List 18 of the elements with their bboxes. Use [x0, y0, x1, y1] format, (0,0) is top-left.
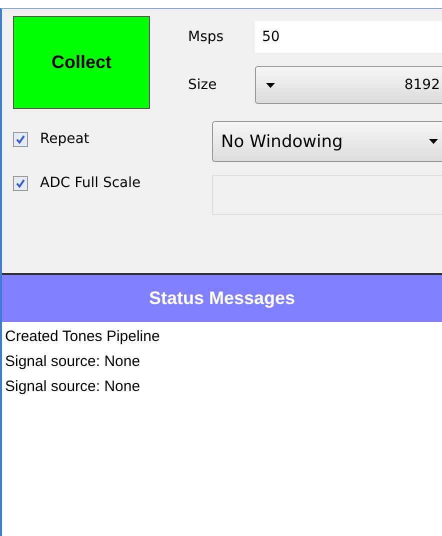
checkbox[interactable]: [13, 176, 28, 190]
caret-icon: [266, 82, 275, 88]
checkbox-option[interactable]: Repeat: [13, 131, 90, 147]
check-icon: [16, 178, 25, 188]
check-icon: [16, 134, 25, 144]
size-label: Size: [188, 77, 218, 93]
checkbox[interactable]: [13, 132, 28, 146]
status-message: Signal source: None: [5, 352, 140, 372]
status-message: Created Tones Pipeline: [5, 327, 160, 347]
caret-icon: [429, 139, 438, 144]
collect-button[interactable]: Collect: [13, 16, 150, 109]
status-message: Signal source: None: [5, 377, 140, 397]
status-header: Status Messages: [2, 273, 442, 322]
checkbox-option[interactable]: ADC Full Scale: [13, 175, 141, 191]
windowing-dropdown[interactable]: No Windowing: [212, 121, 442, 162]
msps-label: Msps: [188, 29, 225, 45]
size-dropdown[interactable]: 8192: [255, 66, 442, 104]
msps-field[interactable]: 50: [255, 21, 442, 53]
